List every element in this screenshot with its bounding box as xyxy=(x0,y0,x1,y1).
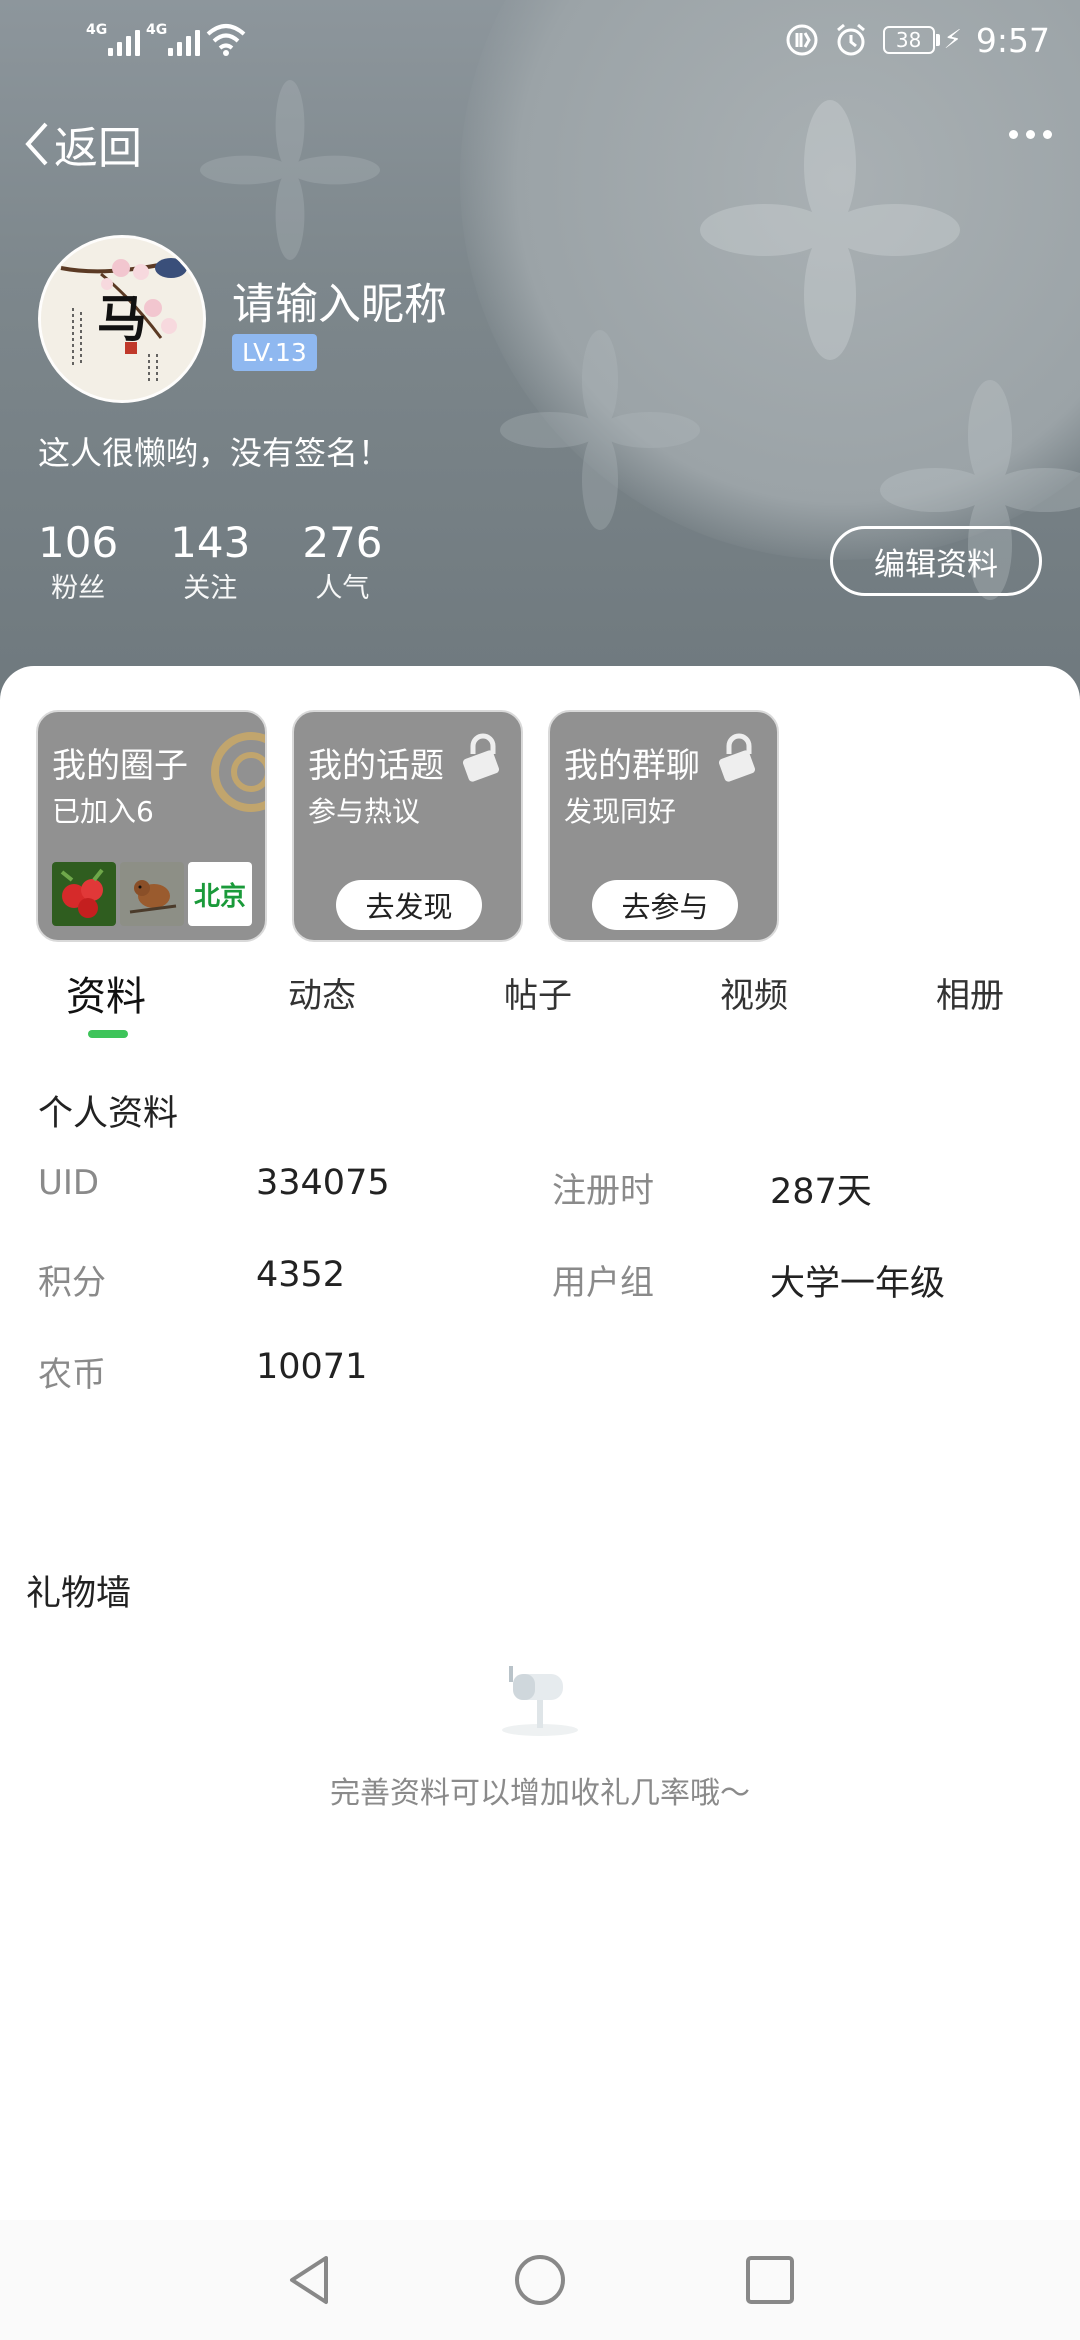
uid-label: UID xyxy=(38,1163,100,1203)
card-my-group-chats[interactable]: 我的群聊 发现同好 去参与 xyxy=(548,710,779,942)
back-button[interactable]: 返回 xyxy=(22,112,142,176)
points-value: 4352 xyxy=(256,1255,346,1295)
circle-thumbnails: 北京 xyxy=(52,862,252,926)
discover-topics-button[interactable]: 去发现 xyxy=(336,880,482,930)
tab-videos[interactable]: 视频 xyxy=(720,968,788,1017)
profile-stats: 106 粉丝 143 关注 276 人气 xyxy=(38,515,383,607)
gift-wall-title: 礼物墙 xyxy=(26,1574,132,1614)
personal-info-title: 个人资料 xyxy=(38,1094,179,1134)
alarm-icon xyxy=(836,23,865,56)
more-dots-icon xyxy=(1009,130,1018,139)
level-badge: LV.13 xyxy=(232,334,317,371)
circle-thumbnail-beijing[interactable]: 北京 xyxy=(188,862,252,926)
back-label: 返回 xyxy=(54,123,142,174)
tab-activity[interactable]: 动态 xyxy=(288,968,356,1017)
lock-icon xyxy=(462,733,500,782)
card-my-topics[interactable]: 我的话题 参与热议 去发现 xyxy=(292,710,523,942)
signal-icon: 4G xyxy=(146,22,200,56)
join-group-chats-button[interactable]: 去参与 xyxy=(592,880,738,930)
coins-label: 农币 xyxy=(38,1355,106,1395)
wifi-icon xyxy=(206,24,246,56)
signal-icon: 4G xyxy=(86,22,140,56)
avatar-image: 马 xyxy=(41,238,203,400)
card-my-circles[interactable]: 我的圈子 已加入6 北京 xyxy=(36,710,267,942)
nav-recents-icon[interactable] xyxy=(742,2252,798,2308)
bird-image xyxy=(120,862,184,926)
tab-albums[interactable]: 相册 xyxy=(936,968,1004,1017)
active-tab-indicator xyxy=(88,1030,128,1038)
edit-profile-button[interactable]: 编辑资料 xyxy=(830,526,1042,596)
charging-icon: ⚡ xyxy=(943,25,962,55)
tab-posts[interactable]: 帖子 xyxy=(504,968,572,1017)
data-saver-icon xyxy=(786,24,818,56)
more-options-button[interactable] xyxy=(1009,130,1052,139)
circle-thumbnail[interactable] xyxy=(120,862,184,926)
registered-label: 注册时 xyxy=(552,1171,654,1211)
user-group-label: 用户组 xyxy=(552,1263,654,1303)
tab-profile[interactable]: 资料 xyxy=(66,964,146,1022)
uid-value: 334075 xyxy=(256,1163,390,1203)
nav-home-icon[interactable] xyxy=(512,2252,568,2308)
gift-wall-empty-tip: 完善资料可以增加收礼几率哦～ xyxy=(330,1776,750,1811)
signature: 这人很懒哟，没有签名！ xyxy=(38,434,391,472)
points-label: 积分 xyxy=(38,1263,106,1303)
nav-back-icon[interactable] xyxy=(282,2252,338,2308)
registered-value: 287天 xyxy=(770,1172,872,1212)
stat-popularity[interactable]: 276 人气 xyxy=(302,515,382,607)
coins-value: 10071 xyxy=(256,1347,368,1387)
svg-text:马: 马 xyxy=(97,289,147,348)
system-navigation-bar xyxy=(0,2220,1080,2340)
lock-icon xyxy=(718,733,756,782)
nickname: 请输入昵称 xyxy=(232,280,447,330)
stat-fans[interactable]: 106 粉丝 xyxy=(38,515,118,607)
battery-icon: 38 ⚡ xyxy=(882,25,962,55)
stat-following[interactable]: 143 关注 xyxy=(170,515,250,607)
clock: 9:57 xyxy=(975,20,1050,60)
status-bar: 4G 4G 38 ⚡ 9:57 xyxy=(0,0,1080,80)
avatar[interactable]: 马 xyxy=(38,235,206,403)
feature-cards: 我的圈子 已加入6 北京 我的话题 参与热议 去发现 我的群聊 发现同好 去参与 xyxy=(36,710,779,942)
profile-tabs: 资料 动态 帖子 视频 相册 xyxy=(0,968,1080,1038)
empty-mailbox-icon xyxy=(502,1666,578,1736)
chevron-left-icon xyxy=(25,122,48,166)
user-group-value: 大学一年级 xyxy=(770,1264,946,1304)
strawberry-image xyxy=(52,862,116,926)
circle-thumbnail[interactable] xyxy=(52,862,116,926)
